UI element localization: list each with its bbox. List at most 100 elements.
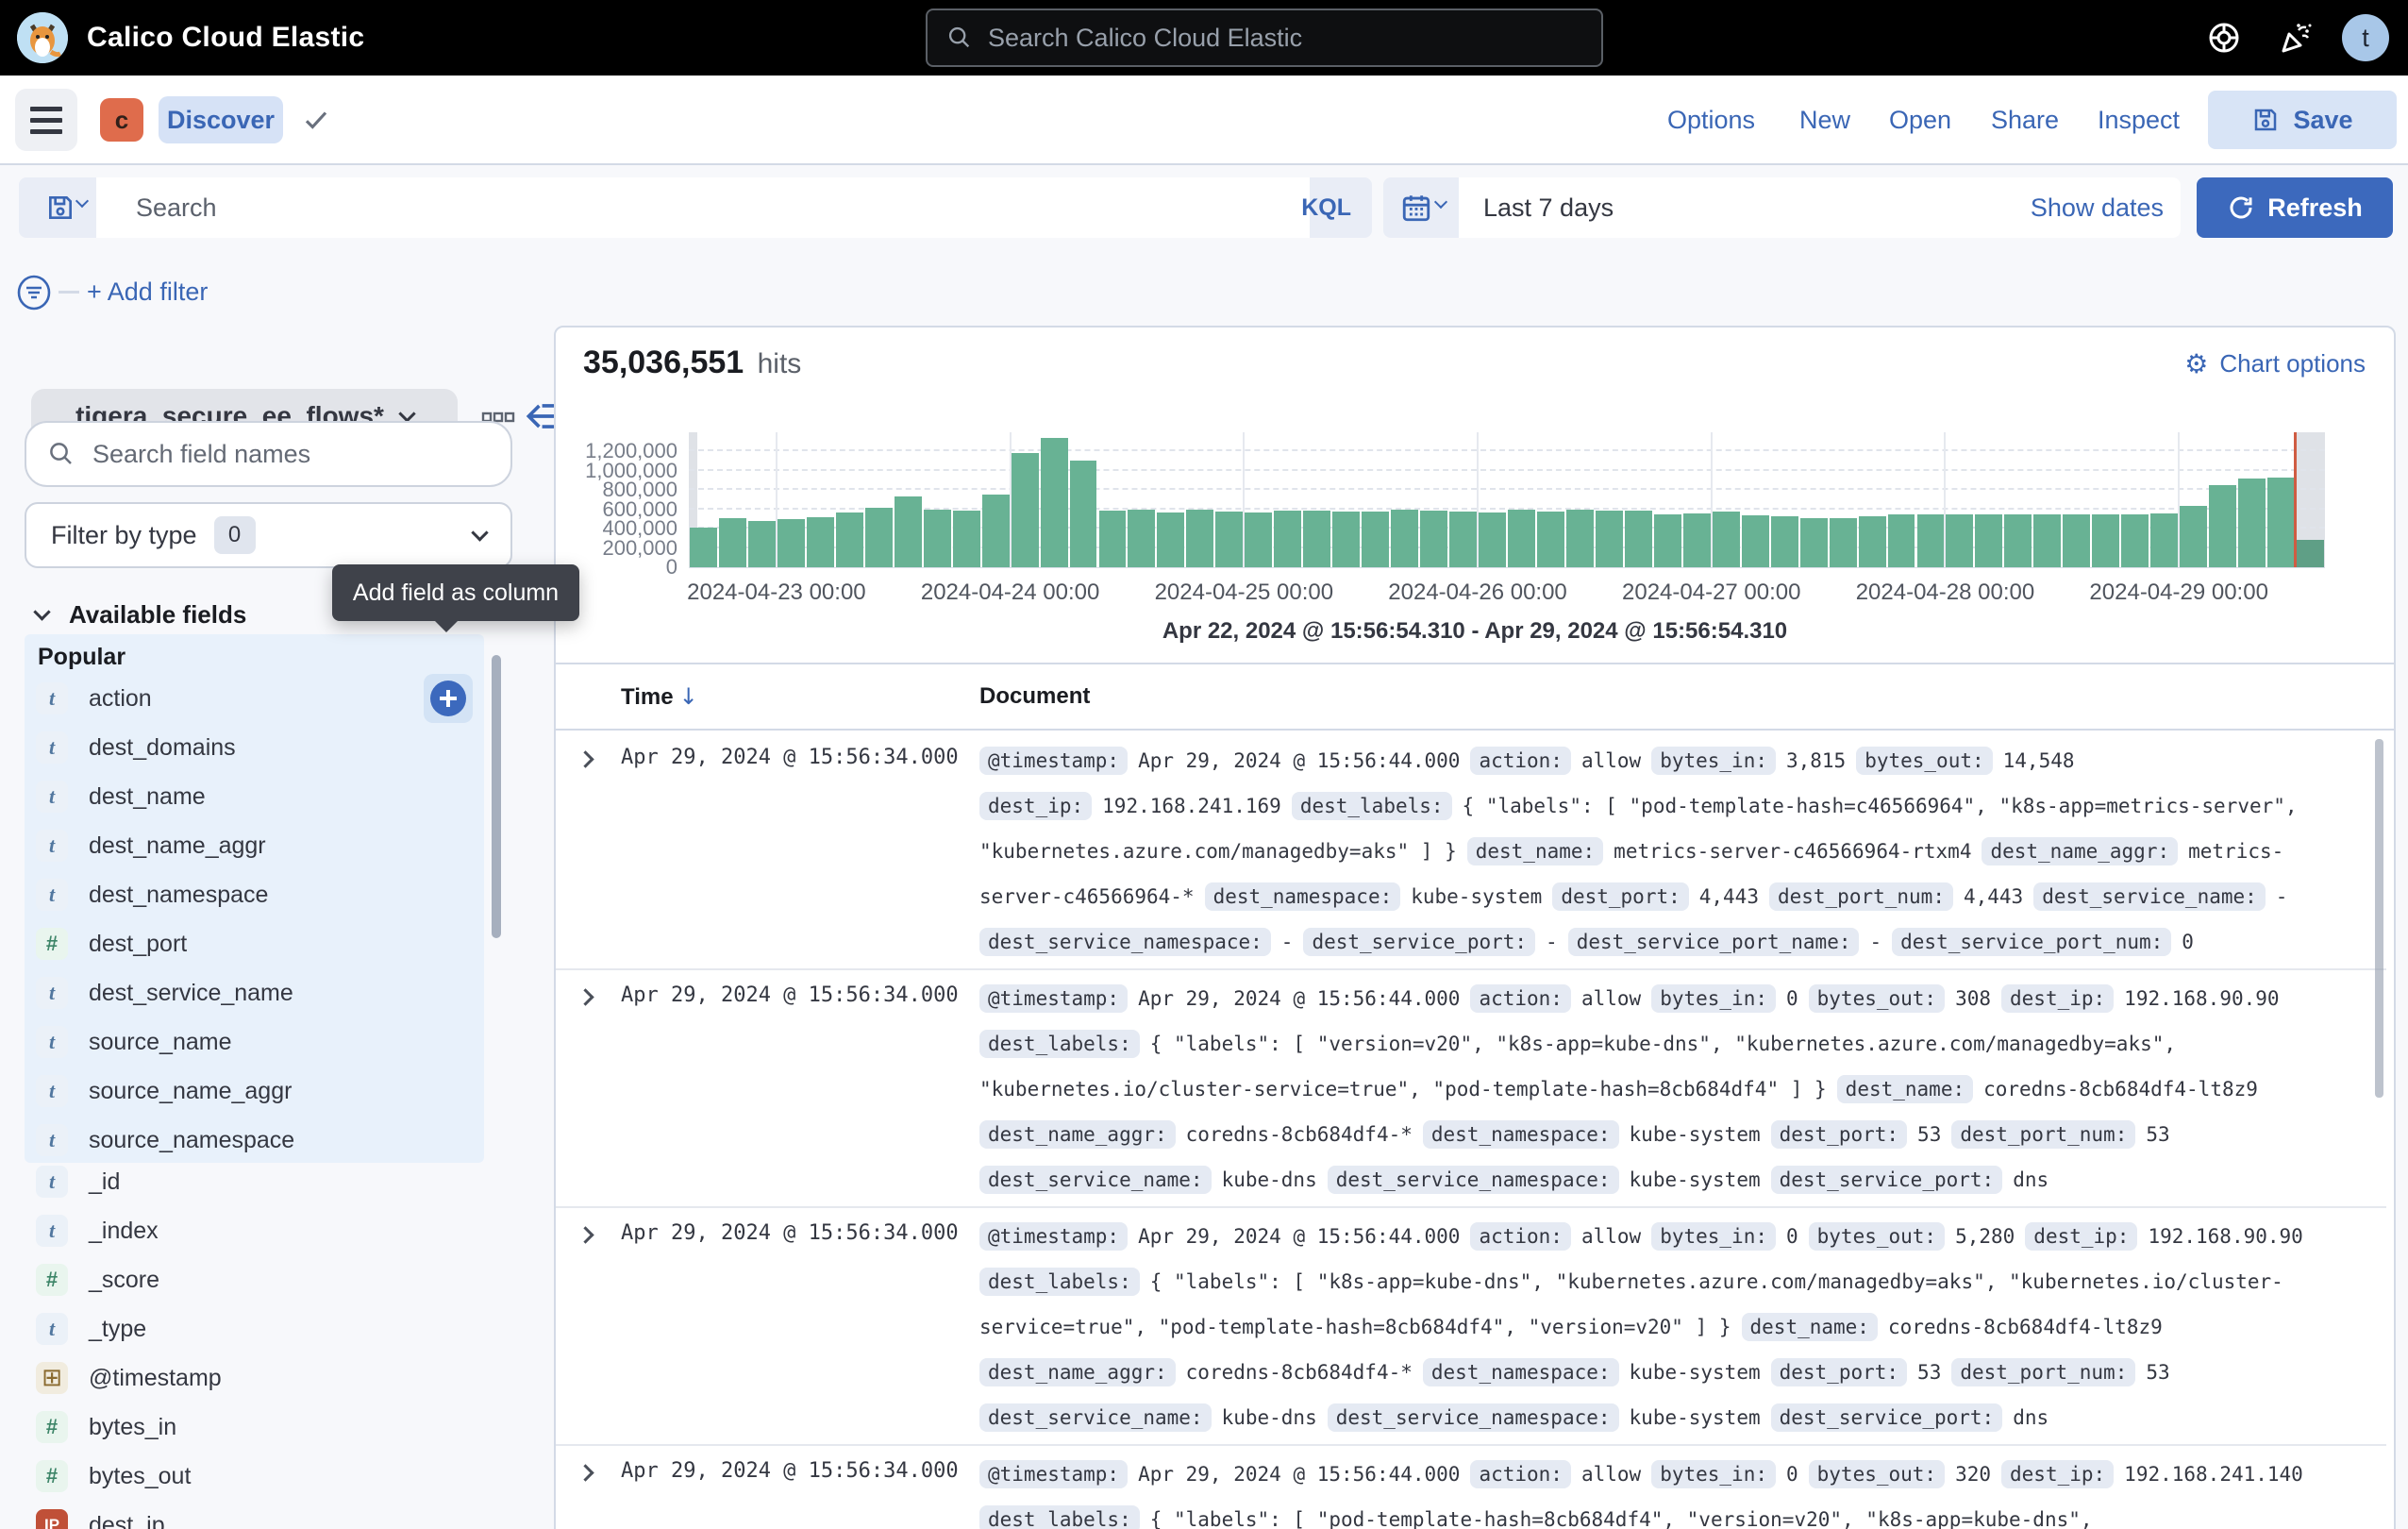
time-column-header[interactable]: Time↓	[621, 683, 698, 711]
expand-row-icon[interactable]	[577, 1464, 594, 1481]
field-search-input[interactable]	[92, 440, 451, 469]
histogram-bar[interactable]	[2209, 485, 2236, 567]
inspect-link[interactable]: Inspect	[2098, 76, 2180, 165]
field-item-_type[interactable]: t_type	[25, 1304, 484, 1353]
expand-row-icon[interactable]	[577, 750, 594, 767]
histogram-bar[interactable]	[2033, 514, 2061, 567]
field-item-_id[interactable]: t_id	[25, 1157, 484, 1206]
add-filter-button[interactable]: + Add filter	[87, 277, 208, 307]
field-item-action[interactable]: taction	[25, 674, 484, 723]
query-input[interactable]	[117, 177, 1249, 238]
histogram-bar[interactable]	[982, 495, 1010, 567]
chevron-down-icon[interactable]	[75, 194, 89, 208]
sort-desc-icon[interactable]: ↓	[679, 683, 698, 710]
histogram-bar[interactable]	[1975, 514, 2002, 567]
share-link[interactable]: Share	[1991, 76, 2059, 165]
histogram-bar[interactable]	[1362, 512, 1389, 567]
histogram-bar[interactable]	[1508, 510, 1535, 567]
histogram-bar[interactable]	[895, 496, 922, 567]
histogram-bar[interactable]	[1713, 512, 1740, 567]
field-item-source_name[interactable]: tsource_name	[25, 1017, 484, 1067]
available-fields-header[interactable]: Available fields	[36, 600, 246, 630]
histogram-bar[interactable]	[1099, 511, 1127, 567]
chart-options-button[interactable]: ⚙ Chart options	[2184, 348, 2366, 379]
expand-row-icon[interactable]	[577, 988, 594, 1005]
open-link[interactable]: Open	[1889, 76, 1951, 165]
histogram-bar[interactable]	[1449, 512, 1477, 567]
histogram-bar[interactable]	[1274, 511, 1301, 567]
field-item-dest_namespace[interactable]: tdest_namespace	[25, 870, 484, 919]
histogram-bar[interactable]	[2121, 514, 2149, 567]
histogram-bar[interactable]	[2297, 540, 2324, 567]
histogram-bar[interactable]	[778, 519, 805, 567]
histogram-bar[interactable]	[1012, 453, 1039, 567]
histogram-bar[interactable]	[719, 518, 746, 567]
histogram-bar[interactable]	[2150, 513, 2178, 567]
histogram-bar[interactable]	[1070, 461, 1097, 567]
histogram-bar[interactable]	[1946, 514, 1973, 567]
field-item-dest_domains[interactable]: tdest_domains	[25, 723, 484, 772]
space-badge[interactable]: c	[100, 98, 143, 142]
refresh-button[interactable]: Refresh	[2197, 177, 2393, 238]
histogram-bar[interactable]	[1859, 516, 1886, 567]
histogram-bar[interactable]	[1391, 510, 1418, 567]
breadcrumb-discover[interactable]: Discover	[159, 96, 283, 143]
histogram-bar[interactable]	[2004, 514, 2032, 567]
field-item-source_name_aggr[interactable]: tsource_name_aggr	[25, 1067, 484, 1116]
histogram-bar[interactable]	[1332, 512, 1360, 567]
filter-by-type-dropdown[interactable]: Filter by type 0	[25, 502, 512, 568]
kql-toggle[interactable]: KQL	[1301, 177, 1351, 238]
histogram-bar[interactable]	[1625, 511, 1652, 567]
histogram-bar[interactable]	[690, 528, 717, 567]
save-button[interactable]: Save	[2208, 91, 2397, 149]
histogram-bar[interactable]	[1800, 518, 1828, 567]
whats-new-icon[interactable]	[2276, 19, 2314, 57]
field-search[interactable]	[25, 421, 512, 487]
histogram-bar[interactable]	[1420, 511, 1447, 567]
field-item-dest_name_aggr[interactable]: tdest_name_aggr	[25, 821, 484, 870]
field-item-_index[interactable]: t_index	[25, 1206, 484, 1255]
field-item-dest_service_name[interactable]: tdest_service_name	[25, 968, 484, 1017]
histogram-bar[interactable]	[1654, 514, 1681, 567]
histogram-bar[interactable]	[1128, 510, 1155, 567]
histogram-bar[interactable]	[1215, 512, 1243, 567]
show-dates-button[interactable]: Show dates	[2031, 177, 2164, 238]
field-item-dest_port[interactable]: #dest_port	[25, 919, 484, 968]
field-item-@timestamp[interactable]: ⊞@timestamp	[25, 1353, 484, 1403]
histogram-bar[interactable]	[1742, 515, 1769, 567]
histogram-bar[interactable]	[1186, 510, 1213, 567]
calendar-icon[interactable]	[1400, 192, 1432, 224]
histogram-bar[interactable]	[1245, 512, 1272, 567]
options-link[interactable]: Options	[1667, 76, 1755, 165]
histogram-bar[interactable]	[2267, 478, 2295, 567]
histogram-bar[interactable]	[1917, 514, 1945, 567]
field-item-dest_name[interactable]: tdest_name	[25, 772, 484, 821]
new-link[interactable]: New	[1799, 76, 1850, 165]
filter-icon[interactable]	[15, 274, 53, 311]
histogram-bar[interactable]	[1479, 512, 1506, 567]
menu-icon[interactable]	[15, 89, 77, 151]
global-search[interactable]	[926, 8, 1603, 67]
table-scrollbar[interactable]	[2375, 739, 2383, 1098]
histogram-bar[interactable]	[807, 517, 834, 567]
chevron-down-icon[interactable]	[1434, 195, 1447, 209]
histogram-bar[interactable]	[748, 521, 776, 567]
sidebar-scrollbar[interactable]	[492, 655, 501, 938]
histogram-bar[interactable]	[1830, 518, 1857, 567]
histogram-bar[interactable]	[1041, 438, 1068, 567]
user-avatar[interactable]: t	[2342, 14, 2389, 61]
histogram-bar[interactable]	[1303, 511, 1330, 567]
histogram-bar[interactable]	[2180, 506, 2207, 567]
histogram-bar[interactable]	[1537, 512, 1564, 567]
histogram-bar[interactable]	[2063, 514, 2090, 567]
histogram-bar[interactable]	[2238, 479, 2266, 567]
histogram-bar[interactable]	[836, 512, 863, 567]
histogram-bar[interactable]	[1683, 513, 1711, 567]
histogram-bar[interactable]	[1596, 511, 1623, 567]
time-range-value[interactable]: Last 7 days	[1483, 177, 1614, 238]
histogram-bar[interactable]	[1771, 516, 1798, 567]
global-search-input[interactable]	[988, 24, 1554, 53]
histogram-bar[interactable]	[865, 508, 893, 567]
field-item-dest_ip[interactable]: IPdest_ip	[25, 1501, 484, 1529]
histogram-bar[interactable]	[1157, 512, 1184, 567]
